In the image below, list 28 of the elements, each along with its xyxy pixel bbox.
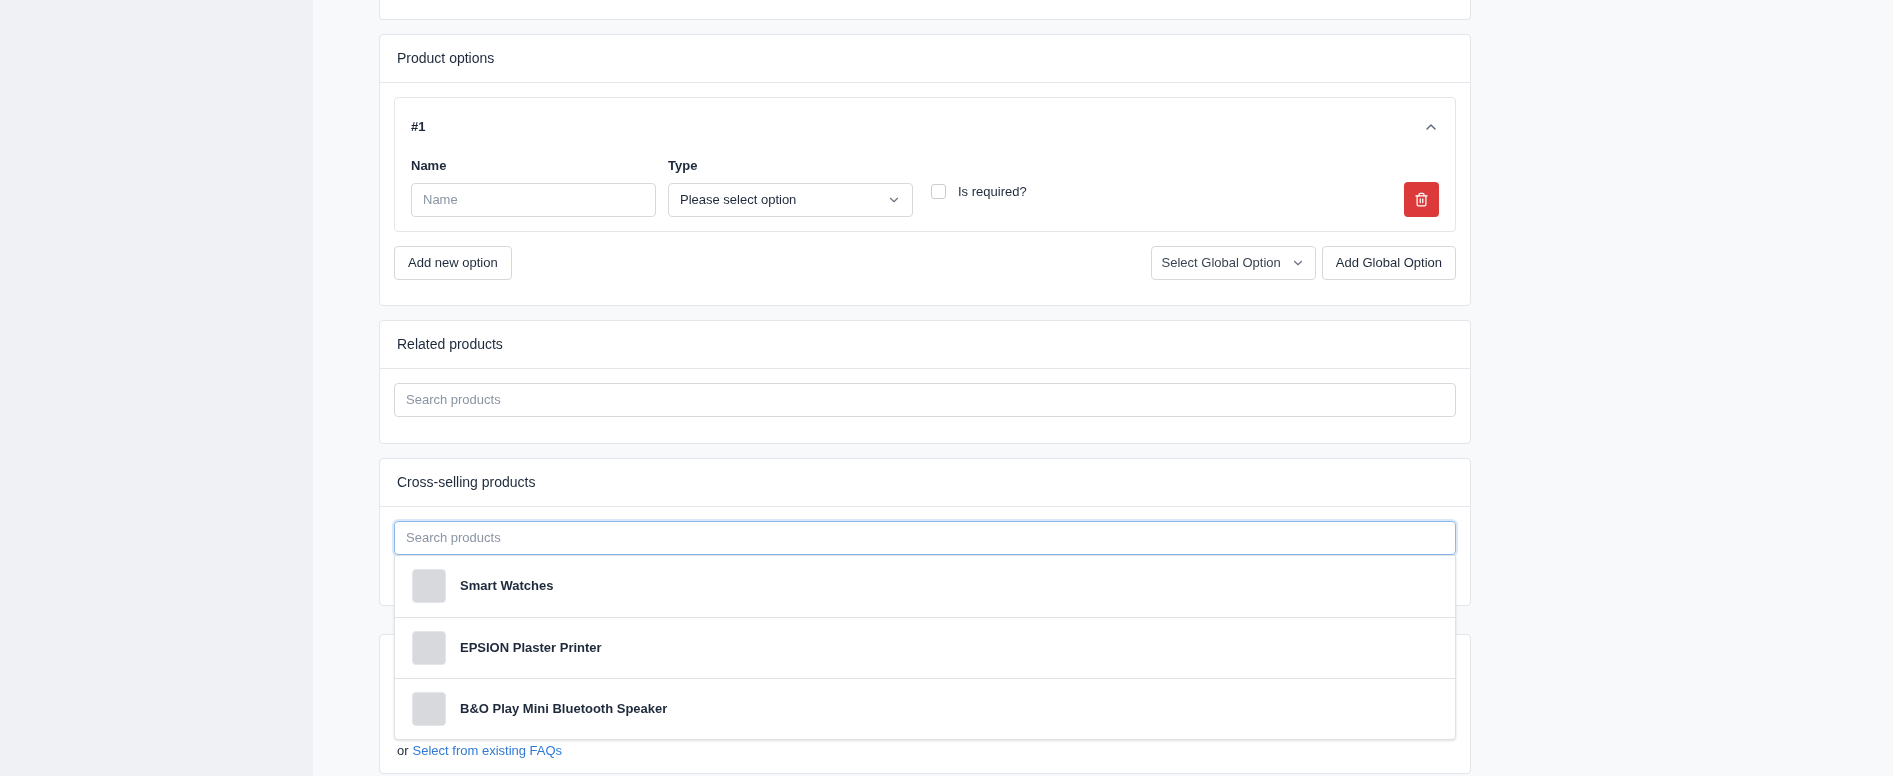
- search-field[interactable]: Search products: [394, 520, 1456, 555]
- global-option-select[interactable]: Select Global Option: [1150, 245, 1316, 280]
- card-title: Cross-selling products: [397, 472, 536, 492]
- photo-placeholder: [412, 569, 446, 603]
- field-label: Name: [411, 157, 448, 175]
- add-option-button[interactable]: Add new option: [394, 245, 512, 280]
- checkbox-label: Is required?: [958, 182, 1027, 201]
- faq-link[interactable]: Select from existing FAQs: [412, 741, 563, 761]
- card-title: Product options: [397, 49, 495, 68]
- checkbox[interactable]: [931, 184, 946, 199]
- photo-placeholder: [412, 691, 446, 726]
- add-global-option-button[interactable]: Add Global Option: [1321, 245, 1456, 280]
- product-name: EPSION Plaster Printer: [460, 638, 602, 657]
- product-result[interactable]: B&O Play Mini Bluetooth Speaker: [395, 677, 1455, 739]
- photo-placeholder: [412, 630, 446, 665]
- product-result[interactable]: Smart Watches: [395, 555, 1455, 617]
- type-select[interactable]: Please select option: [668, 182, 913, 217]
- product-result[interactable]: EPSION Plaster Printer: [395, 616, 1455, 678]
- card-title: Related products: [397, 334, 503, 354]
- trash-icon: [1414, 191, 1429, 207]
- search-field[interactable]: Search products: [394, 382, 1456, 417]
- field-label: Type: [668, 157, 699, 175]
- option-number: #1: [411, 118, 426, 137]
- name-field[interactable]: Name: [411, 182, 656, 217]
- product-name: B&O Play Mini Bluetooth Speaker: [460, 699, 668, 718]
- delete-button[interactable]: [1404, 181, 1439, 217]
- product-name: Smart Watches: [460, 577, 554, 596]
- helper-text: or: [397, 742, 409, 760]
